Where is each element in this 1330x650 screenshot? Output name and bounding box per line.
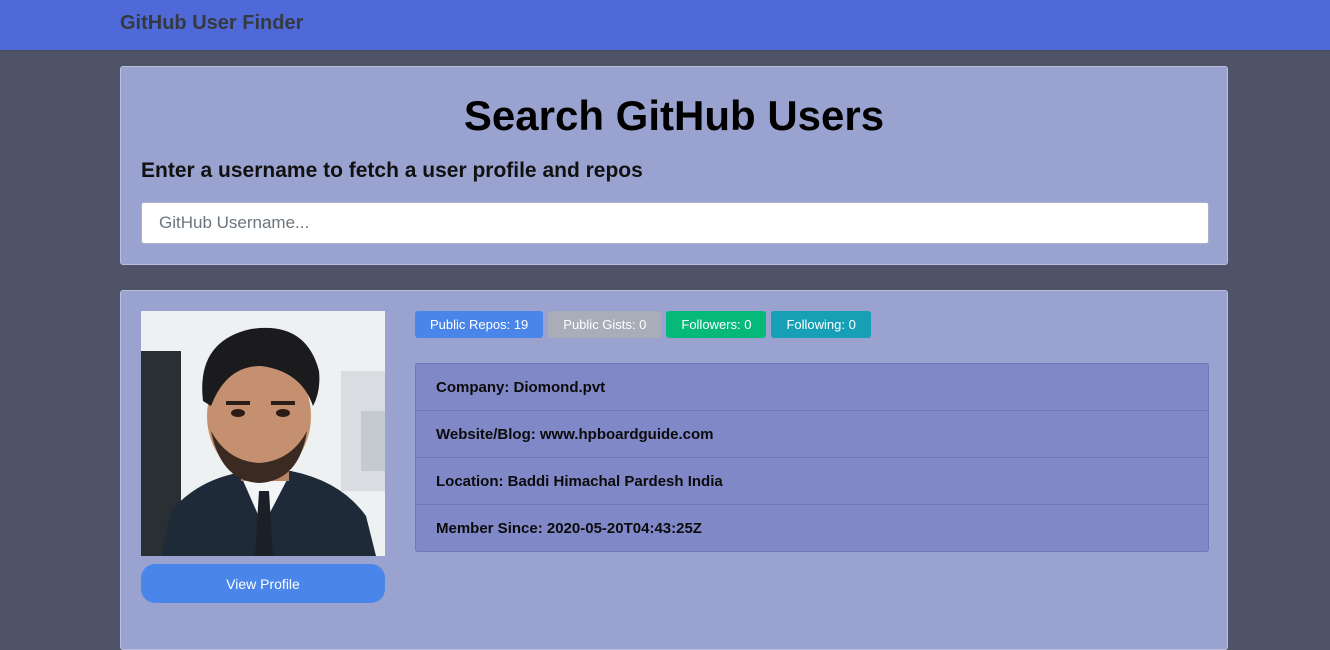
navbar-brand[interactable]: GitHub User Finder: [120, 10, 303, 36]
public-gists-badge: Public Gists: 0: [548, 311, 662, 338]
info-company: Company: Diomond.pvt: [436, 379, 606, 396]
user-info-list: Company: Diomond.pvt Website/Blog: www.h…: [415, 363, 1209, 552]
info-member-since: Member Since: 2020-05-20T04:43:25Z: [416, 504, 1208, 551]
info-website: Website/Blog: www.hpboardguide.com: [416, 410, 1208, 457]
search-title: Search GitHub Users: [463, 92, 885, 139]
avatar-photo: [141, 311, 385, 556]
public-repos-badge: Public Repos: 19: [415, 311, 544, 338]
search-card: Search GitHub Users Enter a username to …: [120, 66, 1228, 265]
view-profile-button[interactable]: View Profile: [141, 564, 385, 603]
search-subtitle: Enter a username to fetch a user profile…: [141, 159, 643, 182]
navbar: GitHub User Finder: [0, 0, 1330, 50]
info-location: Location: Baddi Himachal Pardesh India: [416, 457, 1208, 504]
username-search-input[interactable]: [141, 202, 1209, 244]
stats-badges: Public Repos: 19 Public Gists: 0 Followe…: [415, 311, 871, 338]
following-badge: Following: 0: [771, 311, 871, 338]
followers-badge: Followers: 0: [666, 311, 767, 338]
user-avatar: [141, 311, 385, 556]
profile-card: View Profile Public Repos: 19 Public Gis…: [120, 290, 1228, 650]
